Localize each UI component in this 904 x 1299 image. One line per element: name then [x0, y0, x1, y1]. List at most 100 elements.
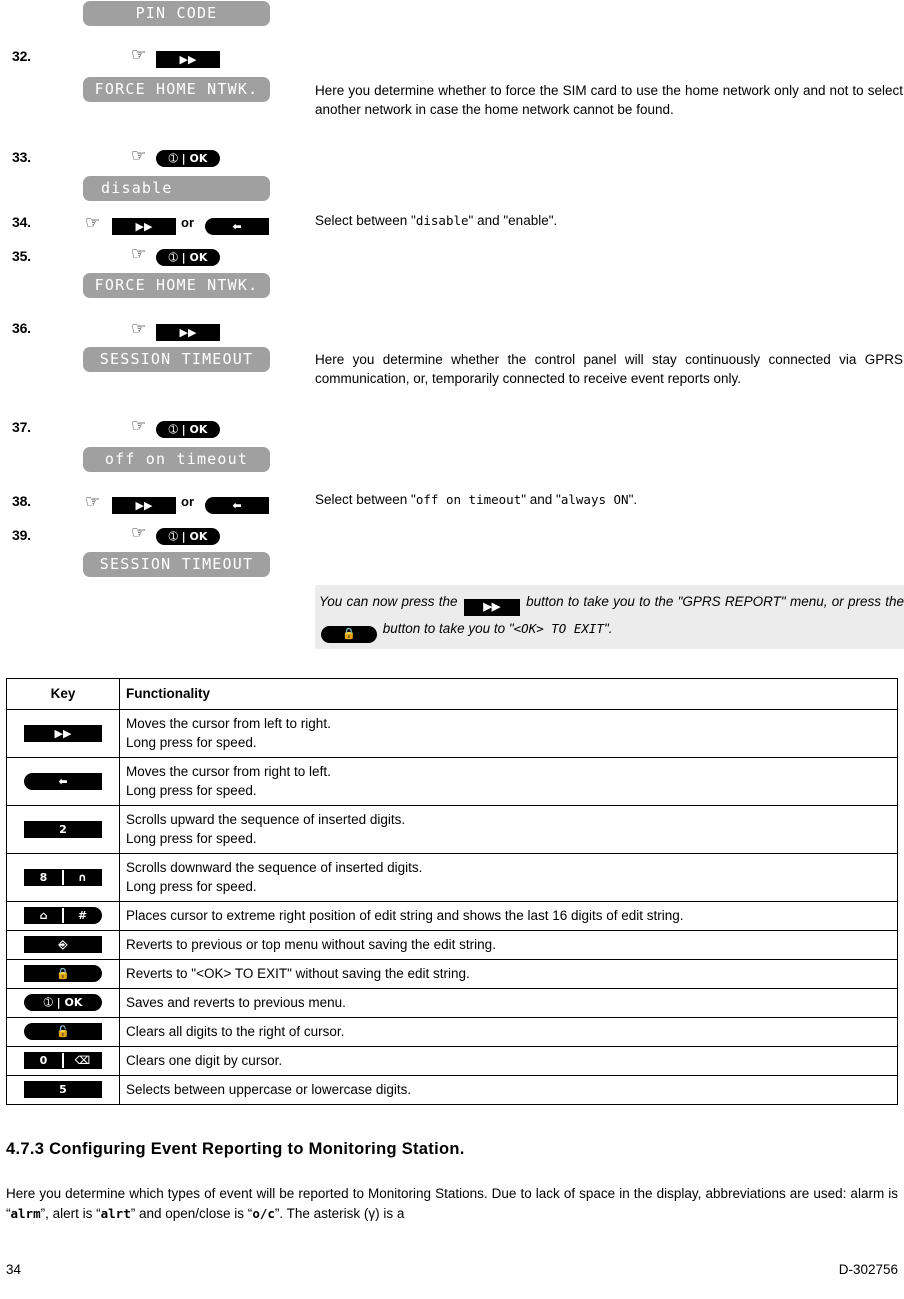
next-key[interactable]: ▶▶ — [24, 724, 102, 742]
back-key[interactable]: ⬅ — [24, 772, 102, 790]
digit-5-key[interactable]: 5 — [24, 1081, 102, 1098]
step-number-35: 35. — [12, 248, 31, 264]
fast-forward-icon: ▶▶ — [54, 726, 72, 740]
digit-2-key[interactable]: 2 — [24, 820, 102, 838]
functionality-cell: Moves the cursor from left to right. Lon… — [119, 709, 898, 758]
ok-key[interactable]: ➀ | OK — [156, 421, 220, 438]
pointing-hand-icon: ☞ — [131, 146, 147, 166]
select-text-suffix: ". — [628, 492, 638, 507]
pointing-hand-icon: ☞ — [131, 244, 147, 264]
pointing-hand-icon: ☞ — [131, 319, 147, 339]
disarm-key[interactable]: 🔓 — [24, 1023, 102, 1040]
hash-icon: # — [77, 909, 88, 922]
key-divider — [62, 1053, 64, 1068]
footer-document-number: D-302756 — [838, 1262, 898, 1277]
fast-forward-icon: ▶▶ — [179, 53, 197, 66]
lock-key[interactable]: 🔒 — [321, 626, 377, 643]
lcd-display-session-timeout: SESSION TIMEOUT — [83, 347, 270, 372]
functionality-line: Saves and reverts to previous menu. — [126, 995, 346, 1010]
next-key[interactable]: ▶▶ — [156, 51, 220, 68]
ok-key[interactable]: ➀ | OK — [156, 150, 220, 167]
digit-5-icon: 5 — [59, 1083, 67, 1096]
functionality-cell: Scrolls downward the sequence of inserte… — [119, 853, 898, 902]
lcd-display-off-on-timeout: off on timeout — [83, 447, 270, 472]
key-cell: ⎆ — [6, 930, 120, 960]
next-key[interactable]: ▶▶ — [463, 599, 520, 616]
digit-0-icon: 0 — [39, 1054, 48, 1067]
away-key[interactable]: ⎆ — [24, 936, 102, 954]
section-paragraph: Here you determine which types of event … — [6, 1184, 898, 1224]
key-cell: ▶▶ — [6, 709, 120, 758]
key-cell: 2 — [6, 805, 120, 854]
padlock-icon: 🔒 — [56, 967, 70, 980]
option-disable: disable — [415, 213, 469, 228]
erase-icon: ⌫ — [74, 1054, 91, 1067]
step-number-36: 36. — [12, 320, 31, 336]
digit-0-key[interactable]: 0 ⌫ — [24, 1052, 102, 1069]
step-number-38: 38. — [12, 493, 31, 509]
back-arrow-icon: ⬅ — [58, 774, 68, 788]
select-text-prefix: Select between " — [315, 213, 416, 228]
description-session-timeout: Here you determine whether the control p… — [315, 352, 903, 386]
functionality-cell: Moves the cursor from right to left. Lon… — [119, 757, 898, 806]
step-number-32: 32. — [12, 48, 31, 64]
functionality-cell: Scrolls upward the sequence of inserted … — [119, 805, 898, 854]
lock-key[interactable]: 🔒 — [24, 965, 102, 982]
key-cell: ⌂ # — [6, 901, 120, 931]
footer-page-number: 34 — [6, 1262, 22, 1277]
pointing-hand-icon: ☞ — [85, 213, 101, 233]
or-label: or — [181, 494, 194, 509]
abbreviation-oc: o/c — [252, 1206, 275, 1221]
back-key[interactable]: ⬅ — [205, 218, 269, 235]
functionality-cell: Clears all digits to the right of cursor… — [119, 1017, 898, 1047]
next-key[interactable]: ▶▶ — [112, 218, 176, 235]
back-arrow-icon: ⬅ — [232, 499, 242, 512]
option-enable: enable — [508, 213, 549, 228]
functionality-line: Scrolls upward the sequence of inserted … — [126, 812, 406, 827]
description-force-home-ntwk: Here you determine whether to force the … — [315, 83, 903, 117]
functionality-cell: Clears one digit by cursor. — [119, 1046, 898, 1076]
paragraph-part3: ” and open/close is “ — [130, 1206, 253, 1221]
digit-8-key[interactable]: 8 ∩ — [24, 868, 102, 886]
lcd-display-force-home-ntwk: FORCE HOME NTWK. — [83, 77, 270, 102]
key-cell: 0 ⌫ — [6, 1046, 120, 1076]
ok-key[interactable]: ➀ | OK — [24, 994, 102, 1011]
table-row: ➀ | OK Saves and reverts to previous men… — [6, 988, 898, 1018]
info-ok-icon: ➀ | OK — [168, 530, 208, 543]
functionality-line: Reverts to previous or top menu without … — [126, 937, 496, 952]
pointing-hand-icon: ☞ — [131, 45, 147, 65]
note-text-part4: button to take you to " — [382, 621, 514, 636]
abbreviation-alrm: alrm — [10, 1206, 41, 1221]
functionality-cell: Reverts to previous or top menu without … — [119, 930, 898, 960]
table-row: 8 ∩ Scrolls downward the sequence of ins… — [6, 853, 898, 902]
pointing-hand-icon: ☞ — [131, 416, 147, 436]
home-hash-key[interactable]: ⌂ # — [24, 907, 102, 924]
key-cell: 🔓 — [6, 1017, 120, 1047]
next-key[interactable]: ▶▶ — [156, 324, 220, 341]
ok-key[interactable]: ➀ | OK — [156, 528, 220, 545]
section-heading: 4.7.3 Configuring Event Reporting to Mon… — [6, 1140, 465, 1158]
note-text-part1: You can now press the — [319, 594, 458, 609]
functionality-line: Scrolls downward the sequence of inserte… — [126, 860, 423, 875]
open-padlock-icon: 🔓 — [56, 1025, 70, 1038]
note-text-part3: , or press the — [823, 594, 904, 609]
back-key[interactable]: ⬅ — [205, 497, 269, 514]
note-text-part2: button to take you to the "GPRS REPORT" … — [526, 594, 824, 609]
step-number-33: 33. — [12, 149, 31, 165]
note-menu-ok-to-exit: <OK> TO EXIT — [513, 621, 604, 636]
key-cell: 8 ∩ — [6, 853, 120, 902]
functionality-cell: Reverts to "<OK> TO EXIT" without saving… — [119, 959, 898, 989]
description-select-disable-enable: Select between "disable" and "enable". — [315, 211, 903, 230]
key-cell: ⬅ — [6, 757, 120, 806]
key-cell: 🔒 — [6, 959, 120, 989]
ok-key[interactable]: ➀ | OK — [156, 249, 220, 266]
key-functionality-table: Key Functionality ▶▶ Moves the cursor fr… — [6, 678, 898, 1105]
option-always-on: always ON — [560, 492, 629, 507]
lcd-display-pin-code: PIN CODE — [83, 1, 270, 26]
manual-page: PIN CODE 32. ☞ ▶▶ FORCE HOME NTWK. 33. ☞… — [0, 0, 904, 1299]
next-key[interactable]: ▶▶ — [112, 497, 176, 514]
functionality-cell: Selects between uppercase or lowercase d… — [119, 1075, 898, 1105]
table-row: 🔒 Reverts to "<OK> TO EXIT" without savi… — [6, 959, 898, 989]
step-number-34: 34. — [12, 214, 31, 230]
pointing-hand-icon: ☞ — [131, 523, 147, 543]
